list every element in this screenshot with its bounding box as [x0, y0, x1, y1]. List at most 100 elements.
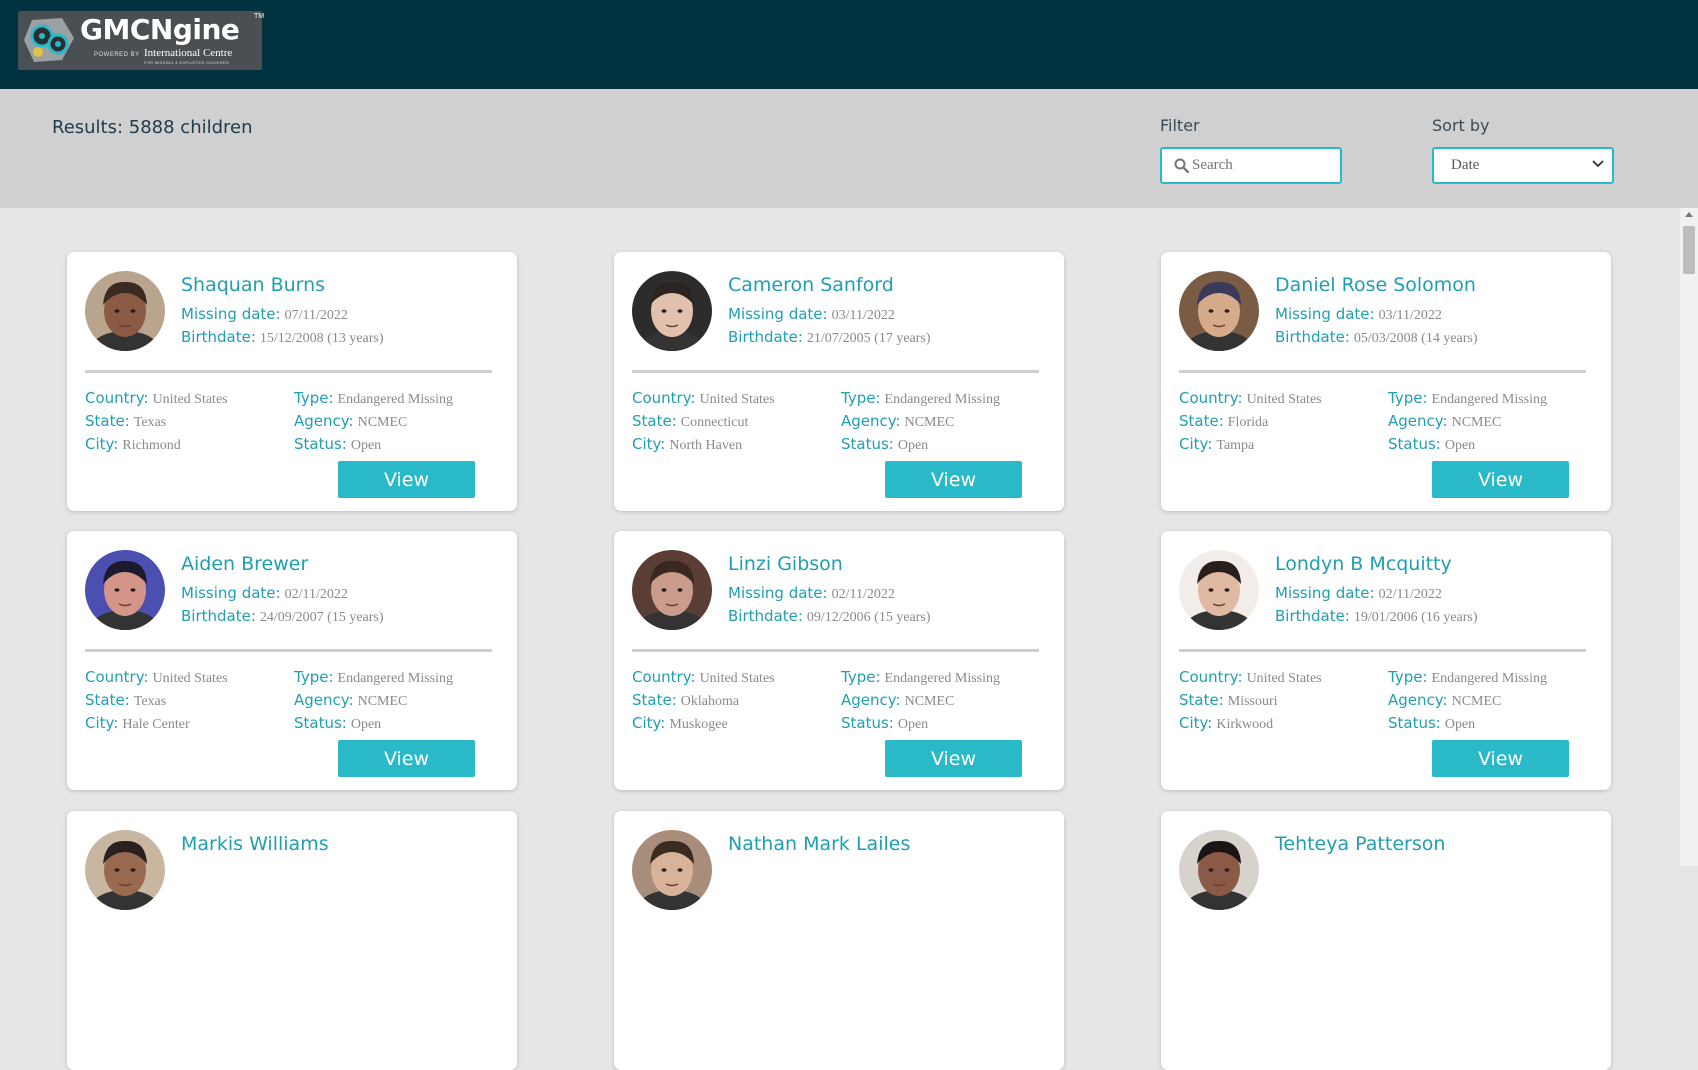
- chevron-down-icon: [1592, 160, 1604, 168]
- state-row: State: Texas: [85, 412, 166, 431]
- view-button[interactable]: View: [885, 461, 1022, 498]
- child-photo-avatar[interactable]: [1179, 550, 1259, 630]
- child-name[interactable]: Londyn B Mcquitty: [1275, 553, 1452, 575]
- state-label: State:: [632, 691, 677, 709]
- country-label: Country:: [632, 668, 696, 686]
- missing-date-value: 02/11/2022: [1378, 587, 1442, 602]
- status-row: Status: Open: [294, 714, 381, 733]
- child-photo-avatar[interactable]: [85, 830, 165, 910]
- child-card: Linzi Gibson Missing date: 02/11/2022 Birth…: [614, 531, 1064, 790]
- missing-date-label: Missing date:: [181, 584, 281, 602]
- scroll-thumb[interactable]: [1683, 226, 1695, 274]
- view-button[interactable]: View: [1432, 461, 1569, 498]
- missing-date-row: Missing date: 02/11/2022: [728, 584, 895, 603]
- country-row: Country: United States: [85, 389, 228, 408]
- country-value: United States: [152, 671, 228, 686]
- missing-date-label: Missing date:: [728, 305, 828, 323]
- state-label: State:: [85, 691, 130, 709]
- child-name[interactable]: Markis Williams: [181, 833, 329, 855]
- birthdate-row: Birthdate: 19/01/2006 (16 years): [1275, 607, 1478, 626]
- agency-row: Agency: NCMEC: [841, 412, 954, 431]
- view-button[interactable]: View: [338, 740, 475, 777]
- birthdate-value: 19/01/2006 (16 years): [1353, 610, 1478, 625]
- city-value: North Haven: [669, 438, 743, 453]
- city-value: Hale Center: [122, 717, 190, 732]
- type-row: Type: Endangered Missing: [294, 389, 453, 408]
- child-name[interactable]: Aiden Brewer: [181, 553, 308, 575]
- type-label: Type:: [841, 668, 881, 686]
- child-name[interactable]: Shaquan Burns: [181, 274, 325, 296]
- sort-select[interactable]: Date: [1432, 147, 1614, 184]
- child-photo-avatar[interactable]: [632, 271, 712, 351]
- child-photo-avatar[interactable]: [632, 550, 712, 630]
- missing-date-value: 03/11/2022: [1378, 308, 1442, 323]
- type-row: Type: Endangered Missing: [1388, 668, 1547, 687]
- city-label: City:: [1179, 435, 1213, 453]
- type-value: Endangered Missing: [337, 671, 453, 686]
- country-value: United States: [152, 392, 228, 407]
- country-value: United States: [699, 392, 775, 407]
- status-value: Open: [350, 438, 382, 453]
- child-name[interactable]: Cameron Sanford: [728, 274, 894, 296]
- status-row: Status: Open: [294, 435, 381, 454]
- child-name[interactable]: Daniel Rose Solomon: [1275, 274, 1476, 296]
- child-photo: [632, 550, 712, 630]
- sort-label: Sort by: [1432, 116, 1490, 135]
- view-button[interactable]: View: [885, 740, 1022, 777]
- child-photo-avatar[interactable]: [85, 271, 165, 351]
- status-label: Status:: [294, 435, 347, 453]
- logo-powered-by: POWERED BY: [94, 52, 140, 58]
- view-button[interactable]: View: [1432, 740, 1569, 777]
- state-value: Texas: [133, 694, 167, 709]
- type-row: Type: Endangered Missing: [841, 668, 1000, 687]
- birthdate-value: 24/09/2007 (15 years): [259, 610, 384, 625]
- child-photo-avatar[interactable]: [1179, 271, 1259, 351]
- type-value: Endangered Missing: [1431, 671, 1547, 686]
- agency-value: NCMEC: [904, 694, 955, 709]
- agency-row: Agency: NCMEC: [294, 412, 407, 431]
- gmcngine-logo[interactable]: GMCNgine TM POWERED BY International Cen…: [18, 11, 265, 70]
- card-divider: [1179, 649, 1586, 652]
- child-photo: [85, 271, 165, 351]
- search-icon: [1174, 158, 1189, 173]
- status-value: Open: [350, 717, 382, 732]
- birthdate-row: Birthdate: 24/09/2007 (15 years): [181, 607, 384, 626]
- country-value: United States: [699, 671, 775, 686]
- agency-row: Agency: NCMEC: [841, 691, 954, 710]
- logo-title: GMCNgine: [80, 13, 240, 46]
- view-button[interactable]: View: [338, 461, 475, 498]
- country-label: Country:: [1179, 389, 1243, 407]
- city-row: City: Hale Center: [85, 714, 190, 733]
- type-label: Type:: [1388, 668, 1428, 686]
- filter-bar: Results: 5888 children Filter Sort by Da…: [0, 89, 1698, 208]
- child-card: Aiden Brewer Missing date: 02/11/2022 Birth…: [67, 531, 517, 790]
- city-label: City:: [1179, 714, 1213, 732]
- status-label: Status:: [841, 435, 894, 453]
- child-name[interactable]: Linzi Gibson: [728, 553, 843, 575]
- city-value: Richmond: [122, 438, 181, 453]
- city-row: City: Tampa: [1179, 435, 1254, 454]
- search-box[interactable]: [1160, 147, 1342, 184]
- child-name[interactable]: Nathan Mark Lailes: [728, 833, 910, 855]
- search-input[interactable]: [1192, 154, 1332, 176]
- page-scrollbar[interactable]: [1680, 208, 1698, 866]
- logo-trademark: TM: [254, 13, 265, 20]
- state-value: Texas: [133, 415, 167, 430]
- child-name[interactable]: Tehteya Patterson: [1275, 833, 1445, 855]
- birthdate-value: 09/12/2006 (15 years): [806, 610, 931, 625]
- city-value: Muskogee: [669, 717, 728, 732]
- scroll-up-arrow-icon[interactable]: [1685, 212, 1693, 217]
- child-photo-avatar[interactable]: [632, 830, 712, 910]
- missing-date-value: 02/11/2022: [831, 587, 895, 602]
- city-row: City: Muskogee: [632, 714, 728, 733]
- status-value: Open: [1444, 717, 1476, 732]
- card-divider: [632, 370, 1039, 373]
- card-divider: [85, 649, 492, 652]
- agency-label: Agency:: [1388, 691, 1448, 709]
- state-value: Florida: [1227, 415, 1269, 430]
- child-photo-avatar[interactable]: [85, 550, 165, 630]
- birthdate-value: 15/12/2008 (13 years): [259, 331, 384, 346]
- country-row: Country: United States: [1179, 668, 1322, 687]
- child-photo-avatar[interactable]: [1179, 830, 1259, 910]
- status-label: Status:: [1388, 435, 1441, 453]
